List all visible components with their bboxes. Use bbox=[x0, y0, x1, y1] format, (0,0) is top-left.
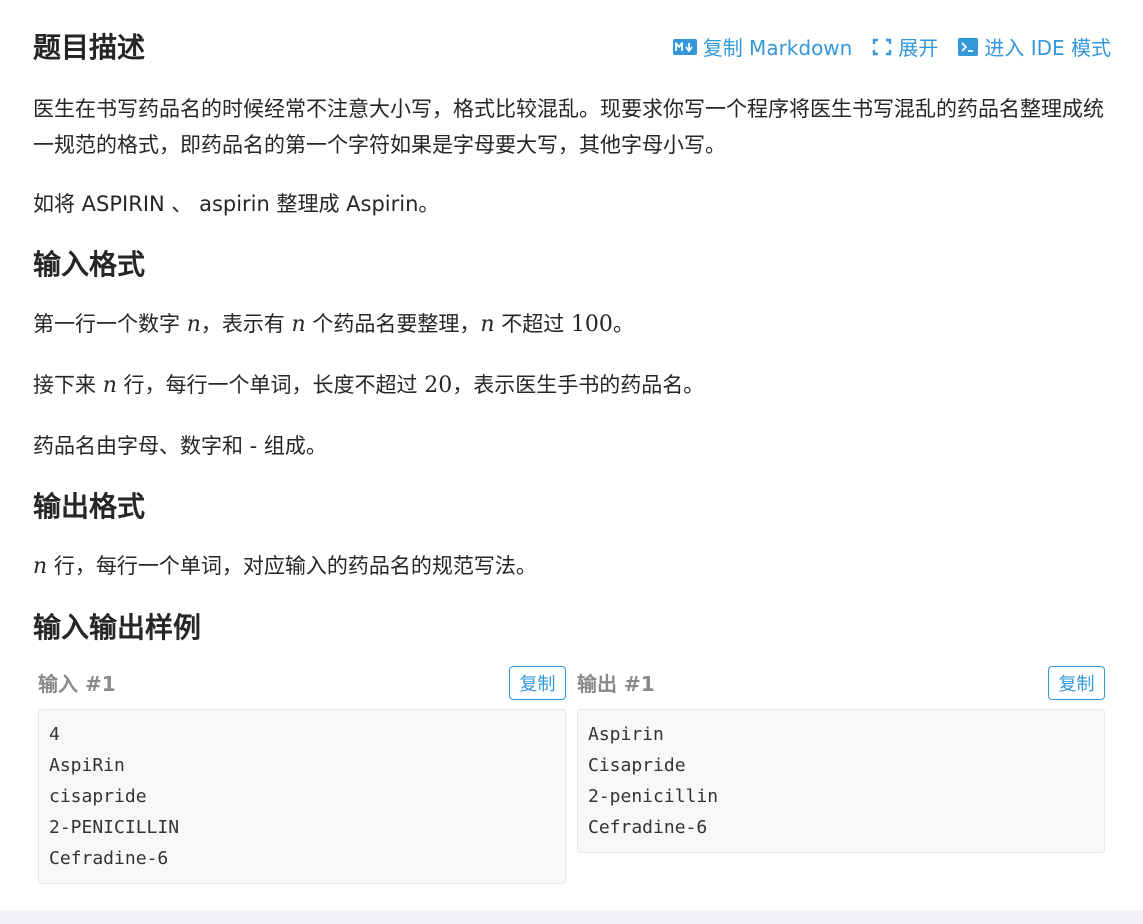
page-title: 题目描述 bbox=[33, 31, 146, 64]
code-line: Cefradine-6 bbox=[588, 817, 708, 838]
copy-markdown-button[interactable]: 复制 Markdown bbox=[672, 32, 853, 61]
math-n: n bbox=[480, 312, 495, 337]
sample-input-label: 输入 #1 bbox=[38, 672, 116, 696]
code-line: AspiRin bbox=[49, 755, 125, 776]
math-n: n bbox=[102, 373, 117, 398]
sample-output-label: 输出 #1 bbox=[577, 672, 655, 696]
text: 不超过 bbox=[494, 312, 571, 336]
code-line: cisapride bbox=[49, 786, 147, 807]
problem-header: 题目描述 复制 Markdown 展开 进入 IDE 模式 bbox=[33, 28, 1111, 68]
math-n: n bbox=[33, 554, 48, 579]
code-line: Aspirin bbox=[588, 724, 664, 745]
math-n: n bbox=[291, 312, 306, 337]
input-format-line-3: 药品名由字母、数字和 - 组成。 bbox=[33, 434, 327, 458]
code-line: 2-PENICILLIN bbox=[49, 817, 180, 838]
sample-output-code: Aspirin Cisapride 2-penicillin Cefradine… bbox=[577, 709, 1105, 853]
text: 个药品名要整理， bbox=[305, 312, 481, 336]
output-format-line-1: n 行，每行一个单词，对应输入的药品名的规范写法。 bbox=[33, 548, 1111, 585]
copy-markdown-label: 复制 Markdown bbox=[702, 36, 853, 60]
input-format-heading: 输入格式 bbox=[33, 248, 146, 281]
text: 行，每行一个单词，对应输入的药品名的规范写法。 bbox=[47, 554, 537, 578]
text: 。 bbox=[612, 312, 634, 336]
input-format-line-2: 接下来 n 行，每行一个单词，长度不超过 20，表示医生手书的药品名。 bbox=[33, 367, 1111, 404]
ide-mode-button[interactable]: 进入 IDE 模式 bbox=[958, 32, 1111, 61]
output-format-heading: 输出格式 bbox=[33, 490, 146, 523]
description-example: 如将 ASPIRIN 、 aspirin 整理成 Aspirin。 bbox=[33, 192, 440, 216]
code-line: 4 bbox=[49, 724, 60, 745]
text: 接下来 bbox=[33, 373, 103, 397]
copy-input-button[interactable]: 复制 bbox=[509, 666, 566, 700]
math-number: 20 bbox=[424, 373, 453, 398]
input-format-line-1: 第一行一个数字 n，表示有 n 个药品名要整理，n 不超过 100。 bbox=[33, 306, 1111, 343]
text: ，表示医生手书的药品名。 bbox=[452, 373, 705, 397]
code-line: Cefradine-6 bbox=[49, 848, 169, 869]
expand-button[interactable]: 展开 bbox=[872, 32, 938, 61]
copy-output-button[interactable]: 复制 bbox=[1048, 666, 1105, 700]
header-actions: 复制 Markdown 展开 进入 IDE 模式 bbox=[672, 32, 1111, 61]
math-number: 100 bbox=[570, 312, 613, 337]
sample-input-code: 4 AspiRin cisapride 2-PENICILLIN Cefradi… bbox=[38, 709, 566, 884]
problem-card: 题目描述 复制 Markdown 展开 进入 IDE 模式 医生在书写药品名的时… bbox=[0, 0, 1143, 910]
expand-icon bbox=[872, 38, 892, 56]
markdown-icon bbox=[672, 38, 697, 55]
description-paragraph: 医生在书写药品名的时候经常不注意大小写，格式比较混乱。现要求你写一个程序将医生书… bbox=[33, 97, 1104, 157]
text: 行，每行一个单词，长度不超过 bbox=[116, 373, 425, 397]
text: ，表示有 bbox=[200, 312, 292, 336]
ide-mode-label: 进入 IDE 模式 bbox=[984, 36, 1111, 60]
terminal-icon bbox=[958, 37, 979, 56]
code-line: 2-penicillin bbox=[588, 786, 719, 807]
samples-heading: 输入输出样例 bbox=[33, 611, 202, 644]
math-n: n bbox=[186, 312, 201, 337]
text: 第一行一个数字 bbox=[33, 312, 187, 336]
expand-label: 展开 bbox=[898, 36, 939, 60]
code-line: Cisapride bbox=[588, 755, 686, 776]
